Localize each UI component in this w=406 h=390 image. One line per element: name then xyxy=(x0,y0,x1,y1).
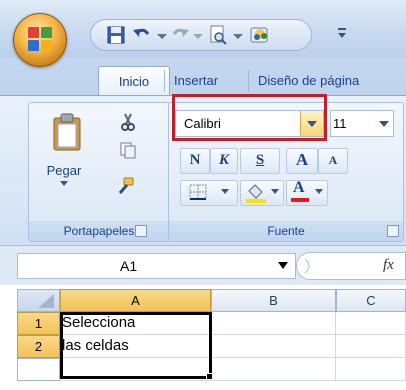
shrink-font-button[interactable]: A xyxy=(318,148,348,174)
fill-handle[interactable] xyxy=(206,373,213,380)
paste-button[interactable]: Pegar xyxy=(38,107,90,195)
office-button[interactable] xyxy=(13,13,67,67)
fill-color-button[interactable] xyxy=(240,180,284,206)
help-icon[interactable] xyxy=(249,24,271,46)
office-logo-icon xyxy=(28,27,54,53)
tab-divider xyxy=(164,70,165,92)
tab-inicio[interactable]: Inicio xyxy=(98,66,170,97)
column-header-b[interactable]: B xyxy=(211,289,336,312)
column-header-c[interactable]: C xyxy=(336,289,406,312)
redo-dropdown-icon[interactable] xyxy=(187,24,209,46)
cell-b1[interactable] xyxy=(211,312,336,335)
copy-icon[interactable] xyxy=(118,140,138,160)
paste-dropdown-icon[interactable] xyxy=(60,181,68,187)
bold-button[interactable]: N xyxy=(180,148,210,174)
paint-bucket-icon xyxy=(246,184,266,203)
tab-insertar[interactable]: Insertar xyxy=(168,66,224,96)
select-all-corner[interactable] xyxy=(17,289,60,312)
font-size-value: 11 xyxy=(333,116,347,131)
insert-function-icon[interactable]: fx xyxy=(383,257,394,274)
formula-bar-handle-icon xyxy=(304,258,310,274)
cell-c3[interactable] xyxy=(336,358,406,381)
save-icon[interactable] xyxy=(105,24,127,46)
font-color-swatch xyxy=(291,198,309,202)
tab-diseno-de-pagina[interactable]: Diseño de página xyxy=(252,66,365,96)
formula-input[interactable]: fx xyxy=(296,252,406,280)
quick-access-toolbar xyxy=(90,19,312,51)
font-name-highlight-box xyxy=(172,94,327,141)
chevron-down-icon xyxy=(221,189,229,194)
tab-divider xyxy=(248,70,249,92)
group-label-portapapeles: Portapapeles xyxy=(29,221,169,241)
borders-button[interactable] xyxy=(180,180,238,206)
selection-range xyxy=(60,312,212,379)
font-color-letter: A xyxy=(293,179,305,196)
name-box[interactable]: A1 xyxy=(17,253,296,279)
chevron-down-icon xyxy=(271,189,279,194)
grow-font-button[interactable]: A xyxy=(286,148,318,174)
print-preview-icon[interactable] xyxy=(207,24,229,46)
column-header-a[interactable]: A xyxy=(60,289,211,312)
undo-icon[interactable] xyxy=(131,24,153,46)
clipboard-launcher-icon[interactable] xyxy=(135,225,147,237)
print-preview-dropdown-icon[interactable] xyxy=(227,24,249,46)
row-header-1[interactable]: 1 xyxy=(17,312,60,335)
name-box-value: A1 xyxy=(120,258,138,274)
borders-icon xyxy=(189,184,207,200)
format-painter-icon[interactable] xyxy=(116,176,136,196)
chevron-down-icon xyxy=(315,189,323,194)
font-launcher-icon[interactable] xyxy=(387,225,399,237)
italic-button[interactable]: K xyxy=(210,148,238,174)
row-header-3[interactable] xyxy=(17,358,60,381)
group-label-fuente: Fuente xyxy=(169,221,403,241)
name-box-dropdown-icon[interactable] xyxy=(278,262,288,270)
row-header-2[interactable]: 2 xyxy=(17,335,60,358)
font-color-button[interactable]: A xyxy=(286,179,328,206)
customize-toolbar-icon[interactable] xyxy=(336,26,348,40)
paste-label: Pegar xyxy=(46,163,82,178)
select-all-icon xyxy=(38,294,54,308)
font-size-dropdown-icon[interactable] xyxy=(377,111,391,136)
paste-icon xyxy=(53,113,81,151)
cell-c2[interactable] xyxy=(336,335,406,358)
cut-icon[interactable] xyxy=(118,112,138,132)
font-size-combobox[interactable]: 11 xyxy=(330,110,394,137)
cell-b3[interactable] xyxy=(211,358,336,381)
underline-button[interactable]: S xyxy=(240,148,280,174)
cell-c1[interactable] xyxy=(336,312,406,335)
cell-b2[interactable] xyxy=(211,335,336,358)
